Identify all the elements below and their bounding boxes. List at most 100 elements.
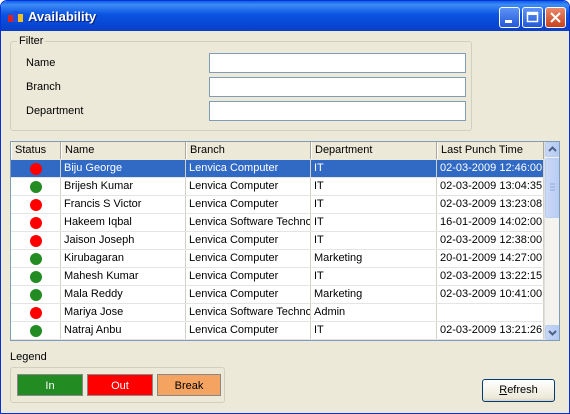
legend-break: Break [157, 374, 221, 396]
cell-branch: Lenvica Computer [186, 160, 311, 177]
table-row[interactable]: Mahesh Kumar Lenvica Computer IT 02-03-2009… [11, 268, 544, 286]
cell-branch: Lenvica Computer [186, 322, 311, 339]
table-row[interactable]: Biju George Lenvica Computer IT 02-03-2009 … [11, 160, 544, 178]
status-out-indicator [30, 199, 42, 211]
cell-name: Francis S Victor [61, 196, 186, 213]
legend-in: In [17, 374, 83, 396]
cell-last-punch-time: 02-03-2009 13:22:15 [437, 268, 544, 285]
status-out-indicator [30, 217, 42, 229]
chevron-down-icon [548, 330, 557, 336]
minimize-icon [505, 20, 512, 23]
branch-label: Branch [26, 81, 61, 93]
cell-branch: Lenvica Computer [186, 196, 311, 213]
column-header-branch[interactable]: Branch [186, 142, 311, 159]
column-header-name[interactable]: Name [61, 142, 186, 159]
cell-department: Admin [311, 304, 437, 321]
window-title: Availability [28, 9, 97, 24]
app-icon [8, 11, 23, 22]
legend-title: Legend [10, 351, 47, 363]
table-row[interactable]: Francis S Victor Lenvica Computer IT 02-03-… [11, 196, 544, 214]
cell-department: IT [311, 214, 437, 231]
table-row[interactable]: Natraj Anbu Lenvica Computer IT 02-03-2009 … [11, 322, 544, 340]
cell-name: Mariya Jose [61, 304, 186, 321]
table-row[interactable]: Mala Reddy Lenvica Computer Marketing 02-03… [11, 286, 544, 304]
close-button[interactable] [545, 7, 566, 28]
availability-grid[interactable]: Status Name Branch Department Last Punch… [10, 141, 560, 341]
table-row[interactable]: Jaison Joseph Lenvica Computer IT 02-03-200… [11, 232, 544, 250]
cell-name: Kirubagaran [61, 250, 186, 267]
branch-input[interactable] [209, 77, 466, 97]
cell-name: Mahesh Kumar [61, 268, 186, 285]
department-label: Department [26, 105, 84, 117]
grip-icon [550, 183, 555, 191]
cell-last-punch-time: 02-03-2009 10:41:00 [437, 286, 544, 303]
filter-group-title: Filter [17, 35, 46, 47]
status-in-indicator [30, 325, 42, 337]
table-row[interactable]: Mariya Jose Lenvica Software Techno Admin [11, 304, 544, 322]
cell-status [11, 178, 61, 195]
cell-branch: Lenvica Software Techno [186, 214, 311, 231]
availability-window: Availability Filter Name Branch Departme… [0, 0, 570, 414]
vertical-scrollbar[interactable] [544, 142, 559, 340]
table-row[interactable]: Hakeem Iqbal Lenvica Software Techno IT 16-… [11, 214, 544, 232]
cell-status [11, 250, 61, 267]
refresh-button[interactable]: Refresh [482, 379, 555, 402]
cell-status [11, 232, 61, 249]
name-label: Name [26, 57, 56, 69]
status-in-indicator [30, 181, 42, 193]
cell-name: Natraj Anbu [61, 322, 186, 339]
minimize-button[interactable] [499, 7, 520, 28]
cell-last-punch-time: 20-01-2009 14:27:00 [437, 250, 544, 267]
close-icon [550, 12, 561, 23]
status-out-indicator [30, 235, 42, 247]
status-out-indicator [30, 307, 42, 319]
cell-status [11, 322, 61, 339]
column-header-department[interactable]: Department [311, 142, 437, 159]
department-input[interactable] [209, 101, 466, 121]
cell-department: IT [311, 196, 437, 213]
table-row[interactable]: Kirubagaran Lenvica Computer Marketing 20-0… [11, 250, 544, 268]
cell-status [11, 196, 61, 213]
cell-name: Jaison Joseph [61, 232, 186, 249]
cell-department: IT [311, 160, 437, 177]
status-in-indicator [30, 271, 42, 283]
scroll-down-button[interactable] [545, 325, 559, 340]
status-in-indicator [30, 253, 42, 265]
column-header-status[interactable]: Status [11, 142, 61, 159]
maximize-icon [526, 11, 539, 23]
cell-last-punch-time: 02-03-2009 13:23:08 [437, 196, 544, 213]
cell-department: Marketing [311, 286, 437, 303]
status-out-indicator [30, 163, 42, 175]
maximize-button[interactable] [522, 7, 543, 28]
cell-department: IT [311, 232, 437, 249]
table-row[interactable]: Brijesh Kumar Lenvica Computer IT 02-03-200… [11, 178, 544, 196]
cell-last-punch-time: 02-03-2009 13:04:35 [437, 178, 544, 195]
cell-last-punch-time: 02-03-2009 13:21:26 [437, 322, 544, 339]
title-bar[interactable]: Availability [1, 1, 569, 31]
name-input[interactable] [209, 53, 466, 73]
refresh-accelerator: R [499, 384, 508, 396]
cell-branch: Lenvica Computer [186, 232, 311, 249]
cell-branch: Lenvica Software Techno [186, 304, 311, 321]
cell-name: Brijesh Kumar [61, 178, 186, 195]
cell-name: Biju George [61, 160, 186, 177]
refresh-label: efresh [507, 384, 538, 396]
chevron-up-icon [548, 146, 557, 152]
cell-department: Marketing [311, 250, 437, 267]
column-header-last-punch-time[interactable]: Last Punch Time [437, 142, 544, 159]
cell-last-punch-time [437, 304, 544, 321]
scroll-thumb[interactable] [545, 158, 559, 218]
scroll-up-button[interactable] [545, 142, 559, 157]
cell-last-punch-time: 02-03-2009 12:46:00 [437, 160, 544, 177]
status-in-indicator [30, 289, 42, 301]
cell-department: IT [311, 178, 437, 195]
cell-last-punch-time: 02-03-2009 12:38:00 [437, 232, 544, 249]
cell-status [11, 304, 61, 321]
cell-branch: Lenvica Computer [186, 178, 311, 195]
cell-status [11, 268, 61, 285]
cell-status [11, 214, 61, 231]
cell-branch: Lenvica Computer [186, 268, 311, 285]
cell-last-punch-time: 16-01-2009 14:02:00 [437, 214, 544, 231]
cell-status [11, 286, 61, 303]
cell-branch: Lenvica Computer [186, 250, 311, 267]
